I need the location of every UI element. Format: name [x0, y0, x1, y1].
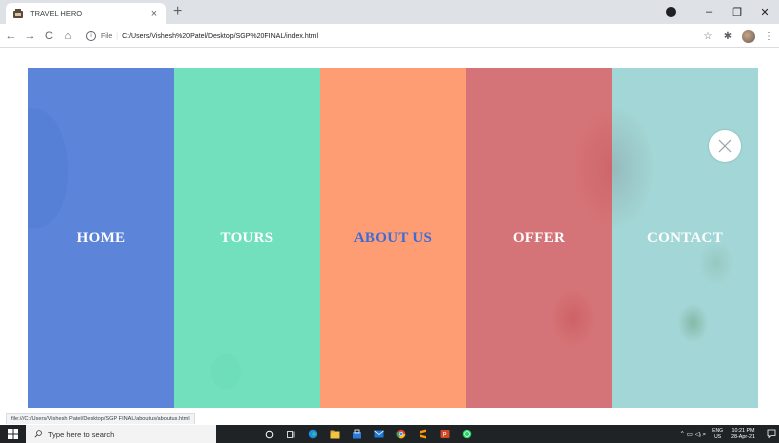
start-button[interactable] [0, 425, 26, 443]
travel-favicon-icon [12, 8, 24, 20]
notifications-icon[interactable] [763, 429, 779, 440]
close-icon [718, 139, 732, 153]
search-icon [34, 430, 42, 438]
window-controls: – ❐ ✕ [695, 0, 779, 24]
tray-icons[interactable]: ⌃ ▭ ◁ᵢ ⌕ [680, 430, 707, 439]
address-bar[interactable]: i File | C:/Users/Vishesh%20Patel/Deskto… [86, 27, 686, 45]
extensions-icon[interactable]: ✱ [718, 31, 738, 42]
menu-label-home[interactable]: HOME [77, 230, 126, 247]
address-separator: | [116, 32, 119, 40]
edge-icon[interactable] [302, 425, 324, 443]
clock[interactable]: 10:21 PM 28-Apr-21 [731, 428, 755, 441]
menu-panel-contact[interactable]: CONTACT [612, 68, 758, 408]
menu-panel-home[interactable]: HOME [28, 68, 174, 408]
profile-avatar[interactable] [742, 29, 755, 43]
tab-close-icon[interactable]: × [148, 8, 160, 20]
tab-title: TRAVEL HERO [30, 9, 83, 18]
close-menu-button[interactable] [709, 130, 741, 162]
address-url[interactable]: C:/Users/Vishesh%20Patel/Desktop/SGP%20F… [122, 33, 318, 40]
maximize-button[interactable]: ❐ [723, 6, 751, 19]
clock-date: 28-Apr-21 [731, 434, 755, 440]
whatsapp-icon[interactable] [456, 425, 478, 443]
reload-icon[interactable]: C [41, 28, 57, 44]
window-close-button[interactable]: ✕ [751, 6, 779, 19]
toolbar-actions: ☆ ✱ ⋮ [698, 24, 779, 48]
bookmark-star-icon[interactable]: ☆ [698, 31, 718, 42]
mail-icon[interactable] [368, 425, 390, 443]
menu-label-tours[interactable]: TOURS [221, 230, 274, 247]
menu-label-offer[interactable]: OFFER [513, 230, 565, 247]
fullscreen-nav-menu: HOME TOURS ABOUT US OFFER CONTACT [28, 68, 758, 408]
profile-menu-icon[interactable] [666, 7, 676, 17]
store-icon[interactable] [346, 425, 368, 443]
address-scheme: File [101, 32, 113, 40]
site-info-icon[interactable]: i [86, 31, 96, 41]
file-explorer-icon[interactable] [324, 425, 346, 443]
link-status-bar: file:///C:/Users/Vishesh Patel/Desktop/S… [6, 413, 195, 424]
browser-menu-icon[interactable]: ⋮ [759, 31, 779, 42]
task-view-icon[interactable] [280, 425, 302, 443]
menu-panel-tours[interactable]: TOURS [174, 68, 320, 408]
svg-text:P: P [443, 433, 447, 439]
taskbar-apps: P [258, 425, 478, 443]
menu-panel-offer[interactable]: OFFER [466, 68, 612, 408]
windows-taskbar: Type here to search P ⌃ ▭ ◁ᵢ ⌕ ENG US 10… [0, 425, 779, 443]
taskbar-search[interactable]: Type here to search [26, 425, 216, 443]
forward-icon[interactable]: → [22, 28, 38, 44]
home-icon[interactable]: ⌂ [60, 28, 76, 44]
language-indicator[interactable]: ENG US [712, 428, 723, 440]
cortana-icon[interactable] [258, 425, 280, 443]
new-tab-button[interactable]: + [173, 4, 182, 20]
browser-tab[interactable]: TRAVEL HERO × [6, 3, 166, 24]
menu-panel-about-us[interactable]: ABOUT US [320, 68, 466, 408]
menu-label-contact[interactable]: CONTACT [647, 230, 723, 247]
chrome-icon[interactable] [390, 425, 412, 443]
tab-bar: TRAVEL HERO × + – ❐ ✕ [0, 0, 779, 24]
browser-toolbar: ← → C ⌂ i File | C:/Users/Vishesh%20Pate… [0, 24, 779, 48]
system-tray: ⌃ ▭ ◁ᵢ ⌕ ENG US 10:21 PM 28-Apr-21 [680, 425, 779, 443]
menu-label-about-us[interactable]: ABOUT US [354, 230, 432, 247]
minimize-button[interactable]: – [695, 6, 723, 18]
language-region: US [714, 434, 722, 440]
windows-logo-icon [8, 429, 18, 439]
page-viewport: HOME TOURS ABOUT US OFFER CONTACT [0, 48, 779, 419]
powerpoint-icon[interactable]: P [434, 425, 456, 443]
back-icon[interactable]: ← [3, 28, 19, 44]
sublime-icon[interactable] [412, 425, 434, 443]
search-placeholder: Type here to search [48, 429, 115, 439]
